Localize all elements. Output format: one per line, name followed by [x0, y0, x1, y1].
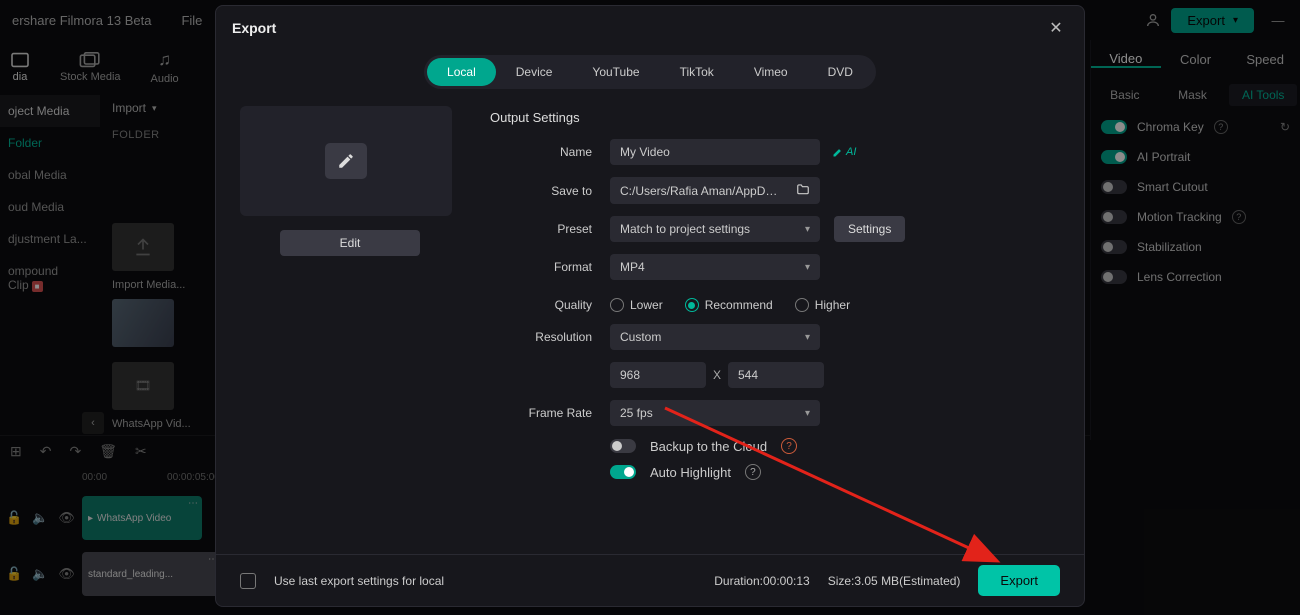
export-preview-column: Edit	[240, 106, 460, 554]
export-dialog: Export ✕ LocalDeviceYouTubeTikTokVimeoDV…	[215, 5, 1085, 607]
export-dialog-title: Export	[232, 20, 276, 36]
chevron-down-icon: ▾	[805, 408, 810, 419]
use-last-settings-checkbox[interactable]	[240, 573, 256, 589]
preset-select[interactable]: Match to project settings ▾	[610, 216, 820, 242]
label-quality: Quality	[490, 298, 610, 312]
export-preview	[240, 106, 452, 216]
auto-highlight-row: Auto Highlight ?	[610, 464, 1050, 480]
quality-radio-higher[interactable]: Higher	[795, 298, 850, 312]
export-tab-vimeo[interactable]: Vimeo	[734, 58, 808, 86]
export-tab-device[interactable]: Device	[496, 58, 573, 86]
framerate-select[interactable]: 25 fps ▾	[610, 400, 820, 426]
quality-radio-group: Lower Recommend Higher	[610, 298, 850, 312]
radio-dot	[610, 298, 624, 312]
export-dialog-footer: Use last export settings for local Durat…	[216, 554, 1084, 606]
label-resolution: Resolution	[490, 330, 610, 344]
backup-cloud-label: Backup to the Cloud	[650, 439, 767, 454]
export-tabs: LocalDeviceYouTubeTikTokVimeoDVD	[216, 50, 1084, 94]
close-button[interactable]: ✕	[1044, 16, 1068, 40]
chevron-down-icon: ▾	[805, 332, 810, 343]
folder-icon[interactable]	[796, 183, 810, 198]
size-info: Size:3.05 MB(Estimated)	[828, 574, 961, 588]
save-to-field[interactable]: C:/Users/Rafia Aman/AppData	[610, 177, 820, 204]
radio-dot	[795, 298, 809, 312]
edit-preview-button[interactable]: Edit	[280, 230, 420, 256]
export-tab-youtube[interactable]: YouTube	[572, 58, 659, 86]
backup-cloud-row: Backup to the Cloud ?	[610, 438, 1050, 454]
pencil-icon	[325, 143, 367, 179]
output-settings: Output Settings Name My Video AI Save to…	[490, 106, 1060, 554]
resolution-width-field[interactable]: 968	[610, 362, 706, 388]
help-icon[interactable]: ?	[781, 438, 797, 454]
resolution-select[interactable]: Custom ▾	[610, 324, 820, 350]
auto-highlight-label: Auto Highlight	[650, 465, 731, 480]
auto-highlight-toggle[interactable]	[610, 465, 636, 479]
help-icon[interactable]: ?	[745, 464, 761, 480]
label-framerate: Frame Rate	[490, 406, 610, 420]
chevron-down-icon: ▾	[805, 224, 810, 235]
use-last-settings-label: Use last export settings for local	[274, 574, 444, 588]
backup-cloud-toggle[interactable]	[610, 439, 636, 453]
name-field[interactable]: My Video	[610, 139, 820, 165]
label-format: Format	[490, 260, 610, 274]
label-preset: Preset	[490, 222, 610, 236]
preset-settings-button[interactable]: Settings	[834, 216, 905, 242]
export-dialog-header: Export ✕	[216, 6, 1084, 50]
quality-radio-recommend[interactable]: Recommend	[685, 298, 773, 312]
resolution-separator: X	[706, 368, 728, 382]
export-tab-local[interactable]: Local	[427, 58, 496, 86]
duration-info: Duration:00:00:13	[714, 574, 809, 588]
ai-rename-button[interactable]: AI	[832, 146, 856, 158]
quality-radio-lower[interactable]: Lower	[610, 298, 663, 312]
output-settings-header: Output Settings	[490, 110, 1050, 125]
export-tab-dvd[interactable]: DVD	[808, 58, 873, 86]
radio-dot	[685, 298, 699, 312]
resolution-height-field[interactable]: 544	[728, 362, 824, 388]
label-save-to: Save to	[490, 184, 610, 198]
label-name: Name	[490, 145, 610, 159]
export-tab-tiktok[interactable]: TikTok	[660, 58, 734, 86]
format-select[interactable]: MP4 ▾	[610, 254, 820, 280]
chevron-down-icon: ▾	[805, 262, 810, 273]
export-confirm-button[interactable]: Export	[978, 565, 1060, 596]
